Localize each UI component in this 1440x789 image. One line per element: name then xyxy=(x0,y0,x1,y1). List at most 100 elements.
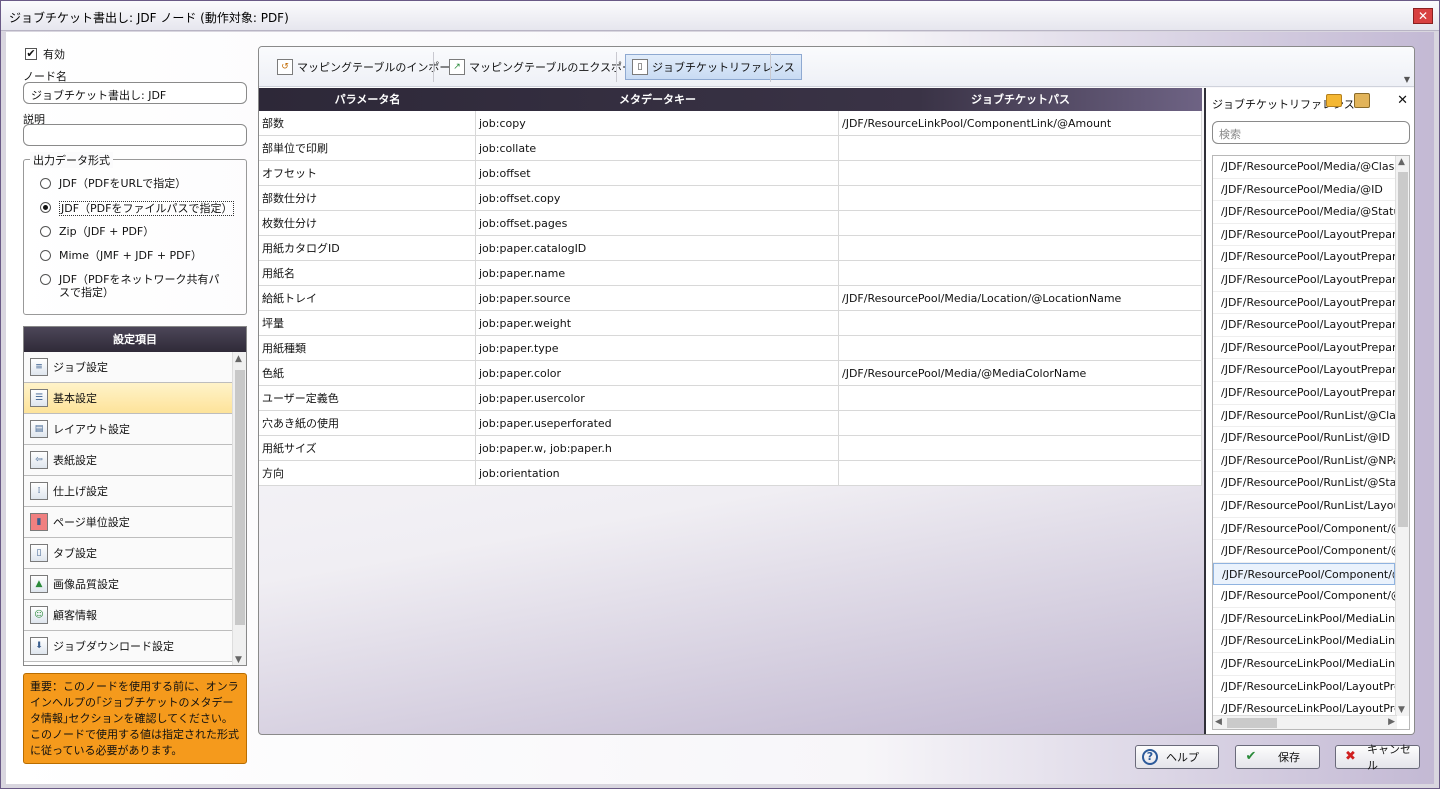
output-option-url[interactable]: JDF（PDFをURLで指定） xyxy=(40,177,240,190)
settings-item-image-quality[interactable]: ▲ 画像品質設定 xyxy=(24,569,232,600)
table-row[interactable]: 部数仕分け job:offset.copy xyxy=(259,186,1202,211)
table-row[interactable]: 部数 job:copy/JDF/ResourceLinkPool/Componen… xyxy=(259,111,1202,136)
list-item-selected[interactable]: /JDF/ResourcePool/Component/@ xyxy=(1213,562,1395,586)
list-item[interactable]: /JDF/ResourcePool/LayoutPrepara xyxy=(1213,359,1395,382)
list-item[interactable]: /JDF/ResourcePool/RunList/@Stat xyxy=(1213,472,1395,495)
scroll-left-icon[interactable]: ◀ xyxy=(1215,717,1222,727)
list-item[interactable]: /JDF/ResourcePool/RunList/@ID xyxy=(1213,427,1395,450)
job-ticket-reference-button[interactable]: ▯ ジョブチケットリファレンス xyxy=(625,54,802,80)
settings-item-basic[interactable]: ☰ 基本設定 xyxy=(24,383,232,414)
list-item[interactable]: /JDF/ResourcePool/LayoutPrepara xyxy=(1213,382,1395,405)
column-header-metadata-key[interactable]: メタデータキー xyxy=(476,88,839,111)
reference-header: ジョブチケットリファレンス ✕ xyxy=(1206,88,1414,116)
list-item[interactable]: /JDF/ResourcePool/Component/@ xyxy=(1213,585,1395,608)
help-icon: ? xyxy=(1142,749,1158,765)
close-window-button[interactable]: ✕ xyxy=(1413,8,1433,24)
import-mapping-button[interactable]: ↺ マッピングテーブルのインポート xyxy=(271,54,467,80)
reference-vertical-scrollbar[interactable]: ▲ ▼ xyxy=(1395,156,1409,716)
output-option-filepath[interactable]: JDF（PDFをファイルパスで指定） xyxy=(40,201,240,216)
cover-icon: ⇦ xyxy=(30,451,48,469)
scroll-up-icon[interactable]: ▲ xyxy=(1398,157,1405,167)
list-item[interactable]: /JDF/ResourcePool/Media/@Statu xyxy=(1213,201,1395,224)
settings-title: 設定項目 xyxy=(24,327,246,352)
list-item[interactable]: /JDF/ResourceLinkPool/MediaLink xyxy=(1213,608,1395,631)
list-item[interactable]: /JDF/ResourcePool/LayoutPrepara xyxy=(1213,292,1395,315)
settings-item-job[interactable]: ≡ ジョブ設定 xyxy=(24,352,232,383)
list-item[interactable]: /JDF/ResourceLinkPool/MediaLink xyxy=(1213,630,1395,654)
cancel-icon: ✖ xyxy=(1345,749,1356,764)
table-row[interactable]: 用紙名 job:paper.name xyxy=(259,261,1202,286)
enabled-checkbox[interactable]: ✔ xyxy=(25,48,37,60)
list-item[interactable]: /JDF/ResourcePool/Component/@ xyxy=(1213,518,1395,541)
toolbar-overflow-icon[interactable]: ▼ xyxy=(1404,75,1410,84)
settings-scrollbar[interactable]: ▲ ▼ xyxy=(232,352,246,665)
table-row[interactable]: 用紙種類 job:paper.type xyxy=(259,336,1202,361)
list-item[interactable]: /JDF/ResourcePool/Component/@ xyxy=(1213,540,1395,563)
delete-icon[interactable] xyxy=(1354,93,1370,108)
table-row[interactable]: ユーザー定義色 job:paper.usercolor xyxy=(259,386,1202,411)
scroll-up-icon[interactable]: ▲ xyxy=(235,354,242,364)
basic-settings-icon: ☰ xyxy=(30,389,48,407)
table-row[interactable]: 給紙トレイ job:paper.source/JDF/ResourcePool/M… xyxy=(259,286,1202,311)
column-header-job-ticket-path[interactable]: ジョブチケットパス xyxy=(839,88,1202,111)
settings-item-download[interactable]: ⬇ ジョブダウンロード設定 xyxy=(24,631,232,662)
table-row[interactable]: 用紙サイズ job:paper.w, job:paper.h xyxy=(259,436,1202,461)
close-icon[interactable]: ✕ xyxy=(1397,93,1408,108)
settings-item-layout[interactable]: ▤ レイアウト設定 xyxy=(24,414,232,445)
help-button[interactable]: ? ヘルプ xyxy=(1135,745,1219,769)
scroll-down-icon[interactable]: ▼ xyxy=(235,655,242,665)
output-option-network[interactable]: JDF（PDFをネットワーク共有パスで指定） xyxy=(40,273,230,299)
dialog-window: ジョブチケット書出し: JDF ノード (動作対象: PDF) ✕ ✔ 有効 ノ… xyxy=(0,0,1440,789)
list-item[interactable]: /JDF/ResourceLinkPool/MediaLink xyxy=(1213,653,1395,676)
list-item[interactable]: /JDF/ResourcePool/LayoutPrepara xyxy=(1213,314,1395,337)
table-row[interactable]: 部単位で印刷 job:collate xyxy=(259,136,1202,161)
radio-icon[interactable] xyxy=(40,226,51,237)
output-option-mime[interactable]: Mime（JMF + JDF + PDF） xyxy=(40,249,240,262)
list-item[interactable]: /JDF/ResourcePool/Media/@Class xyxy=(1213,156,1395,179)
radio-icon[interactable] xyxy=(40,178,51,189)
table-row[interactable]: オフセット job:offset xyxy=(259,161,1202,186)
list-item[interactable]: /JDF/ResourcePool/LayoutPrepara xyxy=(1213,224,1395,247)
table-row[interactable]: 用紙カタログID job:paper.catalogID xyxy=(259,236,1202,261)
table-row[interactable]: 坪量 job:paper.weight xyxy=(259,311,1202,336)
node-name-input[interactable]: ジョブチケット書出し: JDF xyxy=(23,82,247,104)
list-item[interactable]: /JDF/ResourcePool/LayoutPrepara xyxy=(1213,246,1395,269)
scroll-thumb[interactable] xyxy=(1227,718,1277,728)
radio-selected-icon[interactable] xyxy=(40,202,51,213)
radio-icon[interactable] xyxy=(40,274,51,285)
settings-item-customer[interactable]: ☺ 顧客情報 xyxy=(24,600,232,631)
reference-horizontal-scrollbar[interactable]: ◀ ▶ xyxy=(1213,715,1397,729)
settings-item-page[interactable]: ▮ ページ単位設定 xyxy=(24,507,232,538)
list-item[interactable]: /JDF/ResourceLinkPool/LayoutPre xyxy=(1213,676,1395,699)
radio-icon[interactable] xyxy=(40,250,51,261)
reference-search-input[interactable]: 検索 xyxy=(1212,121,1410,144)
export-mapping-button[interactable]: ↗ マッピングテーブルのエクスポート xyxy=(443,54,650,80)
scroll-right-icon[interactable]: ▶ xyxy=(1388,717,1395,727)
scroll-thumb[interactable] xyxy=(235,370,245,625)
scroll-down-icon[interactable]: ▼ xyxy=(1398,705,1405,715)
table-row[interactable]: 方向 job:orientation xyxy=(259,461,1202,486)
table-row[interactable]: 穴あき紙の使用 job:paper.useperforated xyxy=(259,411,1202,436)
save-button[interactable]: ✔ 保存 xyxy=(1235,745,1320,769)
description-input[interactable] xyxy=(23,124,247,146)
enabled-checkbox-row[interactable]: ✔ 有効 xyxy=(25,46,65,62)
table-row[interactable]: 色紙 job:paper.color/JDF/ResourcePool/Media… xyxy=(259,361,1202,386)
settings-item-cover[interactable]: ⇦ 表紙設定 xyxy=(24,445,232,476)
settings-item-finishing[interactable]: ⁞ 仕上げ設定 xyxy=(24,476,232,507)
column-header-parameter[interactable]: パラメータ名 xyxy=(259,88,476,111)
toolbar-separator xyxy=(616,52,617,82)
enabled-label: 有効 xyxy=(43,48,65,61)
list-item[interactable]: /JDF/ResourcePool/RunList/@NPa xyxy=(1213,450,1395,473)
cancel-button[interactable]: ✖ キャンセル xyxy=(1335,743,1420,772)
output-option-zip[interactable]: Zip（JDF + PDF） xyxy=(40,225,240,238)
toolbar-separator xyxy=(433,52,434,82)
settings-item-tab[interactable]: ▯ タブ設定 xyxy=(24,538,232,569)
open-folder-icon[interactable] xyxy=(1326,94,1342,107)
list-item[interactable]: /JDF/ResourcePool/LayoutPrepara xyxy=(1213,337,1395,360)
list-item[interactable]: /JDF/ResourcePool/LayoutPrepara xyxy=(1213,269,1395,292)
table-row[interactable]: 枚数仕分け job:offset.pages xyxy=(259,211,1202,236)
list-item[interactable]: /JDF/ResourcePool/RunList/@Clas xyxy=(1213,405,1395,428)
list-item[interactable]: /JDF/ResourcePool/Media/@ID xyxy=(1213,179,1395,202)
scroll-thumb[interactable] xyxy=(1398,172,1408,527)
list-item[interactable]: /JDF/ResourcePool/RunList/Layou xyxy=(1213,495,1395,518)
